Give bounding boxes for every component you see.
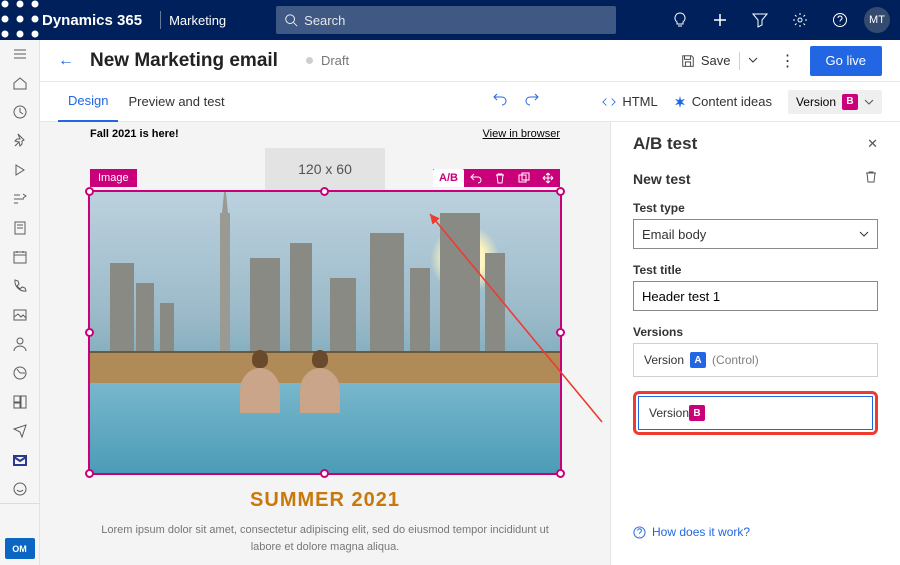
resize-handle[interactable] — [320, 469, 329, 478]
settings-icon[interactable] — [780, 0, 820, 40]
versions-label: Versions — [633, 325, 878, 339]
test-title-input[interactable] — [633, 281, 878, 311]
nav-recent-icon[interactable] — [0, 98, 40, 127]
area-switcher[interactable]: OM — [5, 538, 35, 559]
nav-segments-icon[interactable] — [0, 185, 40, 214]
view-in-browser-link[interactable]: View in browser — [483, 128, 560, 140]
version-a-badge: A — [690, 352, 706, 368]
resize-handle[interactable] — [85, 187, 94, 196]
panel-close-icon[interactable]: ✕ — [867, 136, 878, 152]
more-menu[interactable]: ⋮ — [766, 51, 810, 71]
back-button[interactable]: ← — [58, 52, 74, 70]
content-ideas-button[interactable]: Content ideas — [674, 94, 772, 109]
resize-handle[interactable] — [556, 469, 565, 478]
nav-home-icon[interactable] — [0, 69, 40, 98]
filter-icon[interactable] — [740, 0, 780, 40]
nav-contacts-icon[interactable] — [0, 329, 40, 358]
resize-handle[interactable] — [556, 328, 565, 337]
undo-button[interactable] — [492, 91, 508, 112]
global-search[interactable] — [276, 6, 616, 34]
version-b-card[interactable]: Version B — [638, 396, 873, 430]
nav-pinned-icon[interactable] — [0, 127, 40, 156]
nav-separator — [0, 503, 40, 532]
test-title-label: Test title — [633, 263, 878, 277]
module-name[interactable]: Marketing — [169, 13, 226, 28]
nav-push-icon[interactable] — [0, 416, 40, 445]
save-menu[interactable] — [739, 52, 766, 70]
html-button[interactable]: HTML — [602, 94, 657, 109]
logo-placeholder[interactable]: 120 x 60 — [265, 148, 385, 190]
nav-calendar-icon[interactable] — [0, 243, 40, 272]
tool-duplicate-icon[interactable] — [512, 169, 536, 187]
status-label: Draft — [321, 53, 349, 68]
resize-handle[interactable] — [85, 469, 94, 478]
version-b-badge: B — [689, 405, 705, 421]
new-test-heading: New test — [633, 171, 691, 187]
user-avatar[interactable]: MT — [864, 7, 890, 33]
delete-test-icon[interactable] — [864, 170, 878, 187]
help-icon[interactable] — [820, 0, 860, 40]
nav-forms-icon[interactable] — [0, 214, 40, 243]
how-does-it-work-link[interactable]: How does it work? — [633, 525, 878, 539]
panel-title: A/B test — [633, 134, 697, 154]
version-selector[interactable]: Version B — [788, 90, 882, 114]
save-button[interactable]: Save — [673, 53, 739, 68]
body-text[interactable]: Lorem ipsum dolor sit amet, consectetur … — [50, 522, 600, 555]
app-launcher[interactable] — [0, 0, 40, 42]
resize-handle[interactable] — [556, 187, 565, 196]
tab-design[interactable]: Design — [58, 82, 118, 122]
version-a-card[interactable]: Version A (Control) — [633, 343, 878, 377]
tool-move-icon[interactable] — [536, 169, 560, 187]
tab-preview[interactable]: Preview and test — [118, 82, 234, 122]
selection-tag: Image — [90, 169, 137, 187]
nav-hamburger[interactable] — [0, 40, 40, 69]
redo-button[interactable] — [524, 91, 540, 112]
brand-name: Dynamics 365 — [40, 12, 152, 29]
nav-insights-icon[interactable] — [0, 358, 40, 387]
tool-delete-icon[interactable] — [488, 169, 512, 187]
status-dot — [306, 57, 313, 64]
nav-social-icon[interactable] — [0, 474, 40, 503]
test-type-label: Test type — [633, 201, 878, 215]
add-icon[interactable] — [700, 0, 740, 40]
tool-undo-icon[interactable] — [464, 169, 488, 187]
nav-templates-icon[interactable] — [0, 387, 40, 416]
version-b-highlight: Version B — [633, 391, 878, 435]
nav-assets-icon[interactable] — [0, 300, 40, 329]
nav-calls-icon[interactable] — [0, 272, 40, 301]
golive-button[interactable]: Go live — [810, 46, 882, 76]
hero-image-block[interactable]: Image A/B — [90, 192, 560, 473]
search-input[interactable] — [304, 13, 608, 28]
page-title: New Marketing email — [90, 50, 278, 72]
resize-handle[interactable] — [320, 187, 329, 196]
nav-emails-icon[interactable] — [0, 445, 40, 474]
version-b-badge: B — [842, 94, 858, 110]
preheader-text: Fall 2021 is here! — [90, 128, 179, 140]
ab-toggle[interactable]: A/B — [433, 169, 464, 187]
save-label: Save — [701, 53, 731, 68]
lightbulb-icon[interactable] — [660, 0, 700, 40]
heading-text[interactable]: SUMMER 2021 — [50, 489, 600, 512]
resize-handle[interactable] — [85, 328, 94, 337]
nav-journeys-icon[interactable] — [0, 156, 40, 185]
test-type-select[interactable]: Email body — [633, 219, 878, 249]
